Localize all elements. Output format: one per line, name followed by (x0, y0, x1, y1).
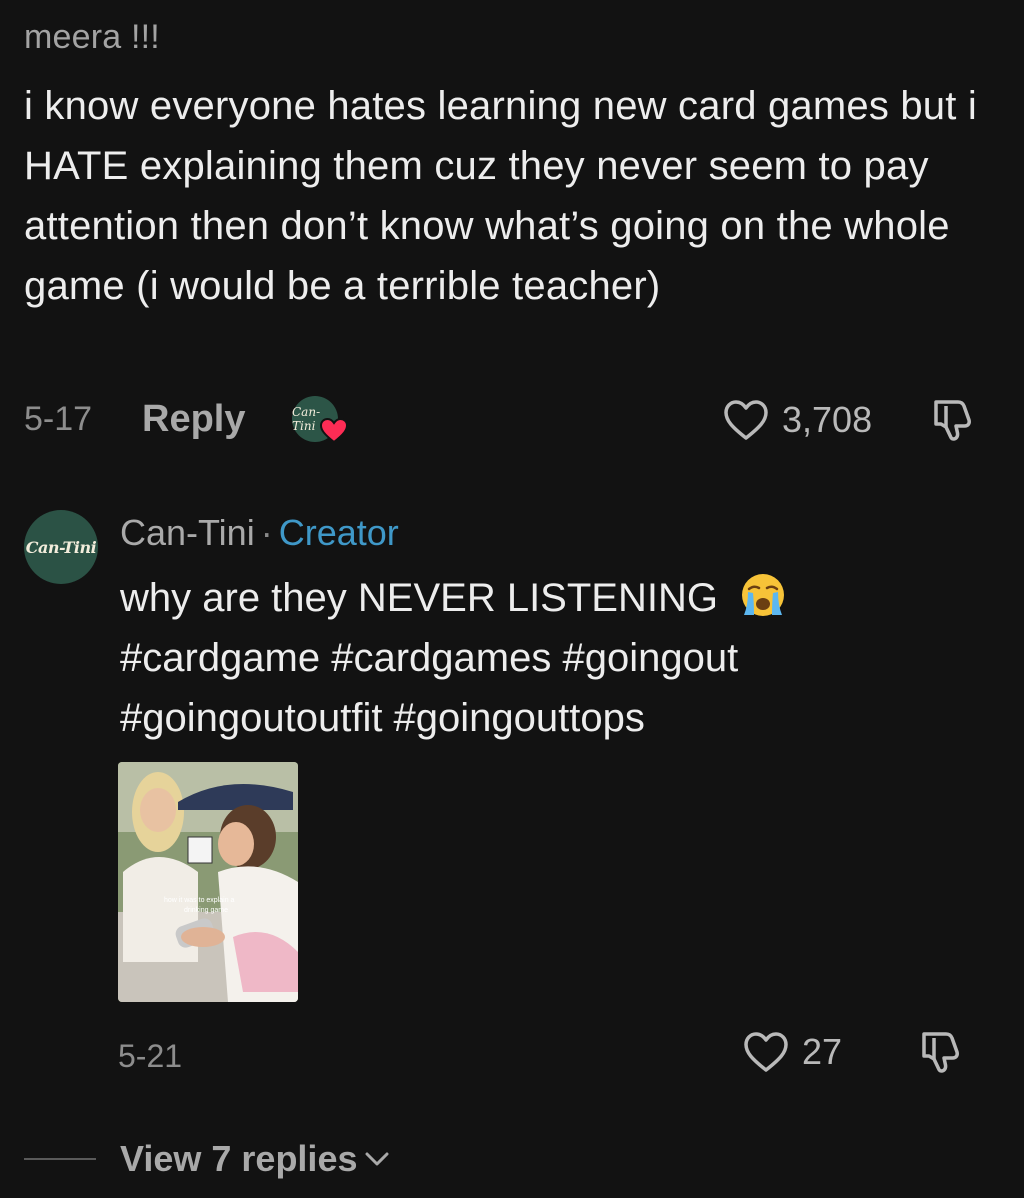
comment-username[interactable]: meera !!! (24, 18, 160, 57)
red-heart-icon (320, 418, 348, 444)
heart-outline-icon[interactable] (722, 398, 770, 442)
reply-user-line: Can-Tini · Creator (120, 512, 399, 554)
reply-hashtags[interactable]: #cardgame #cardgames #goingout #goingout… (120, 636, 738, 740)
creator-avatar-text: Can-Tini (25, 537, 97, 557)
reply-button[interactable]: Reply (142, 398, 245, 441)
liked-by-creator-badge: Can-Tini (292, 396, 348, 446)
reply-username[interactable]: Can-Tini (120, 512, 255, 553)
reply-like-button[interactable]: 27 (742, 1030, 842, 1074)
view-replies-label[interactable]: View 7 replies (120, 1138, 357, 1180)
view-replies-button[interactable]: View 7 replies (24, 1138, 391, 1180)
comment-like-count: 3,708 (782, 399, 873, 440)
thumbs-down-icon[interactable] (928, 396, 976, 444)
comment-meta-row: 5-17 Reply Can-Tini 3,708 (24, 392, 1014, 452)
heart-outline-icon[interactable] (742, 1030, 790, 1074)
chevron-down-icon[interactable] (363, 1149, 391, 1169)
comment-like-button[interactable]: 3,708 (722, 398, 872, 442)
reply-text: why are they NEVER LISTENING #cardgame #… (120, 568, 980, 748)
divider-line (24, 1158, 96, 1160)
reply-message: why are they NEVER LISTENING (120, 576, 718, 620)
creator-avatar[interactable]: Can-Tini (24, 510, 98, 584)
comment-text: i know everyone hates learning new card … (24, 84, 977, 308)
video-thumbnail-image: how it was to explain a drinking game (118, 762, 298, 1002)
video-caption-line2: drinking game (184, 907, 228, 914)
video-thumbnail[interactable]: how it was to explain a drinking game (118, 762, 298, 1002)
comment-date: 5-17 (24, 400, 93, 438)
reply-like-count: 27 (802, 1031, 843, 1072)
separator-dot: · (260, 512, 273, 553)
reply-date: 5-21 (118, 1038, 183, 1074)
thumbs-down-icon[interactable] (916, 1028, 964, 1076)
crying-face-emoji-icon (742, 574, 785, 616)
video-caption-line1: how it was to explain a (164, 897, 235, 904)
creator-badge: Creator (278, 512, 399, 553)
